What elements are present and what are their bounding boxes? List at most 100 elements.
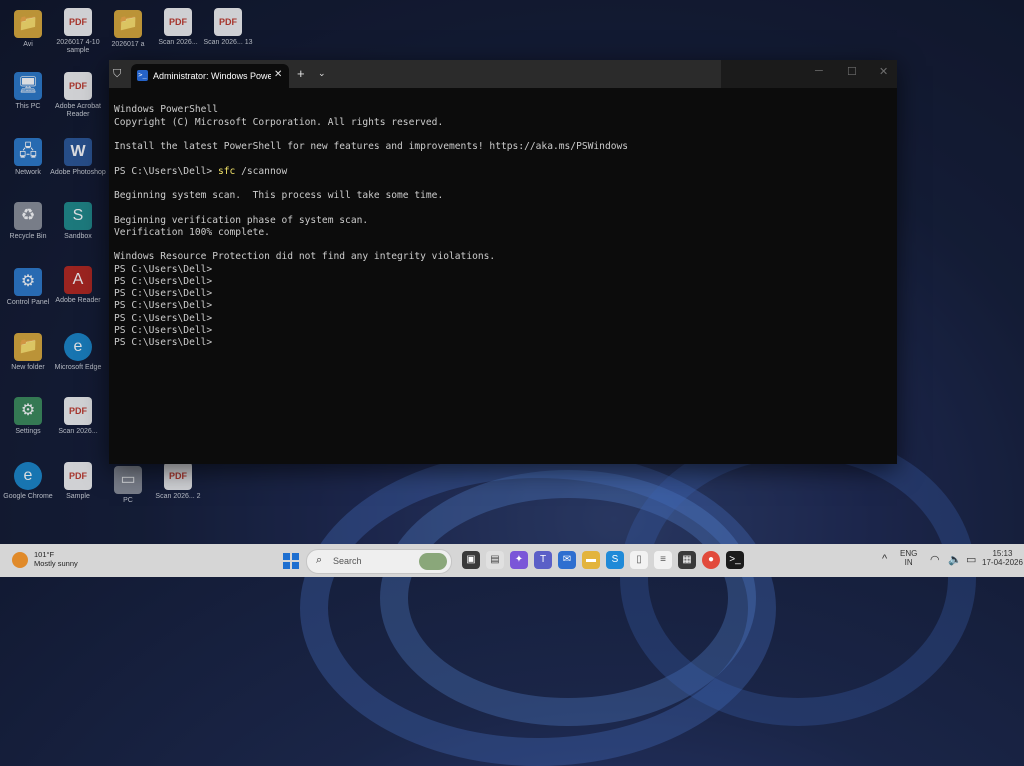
desktop-icon-this-pc[interactable]: 🖥 This PC — [0, 72, 56, 111]
desktop-icon-new-folder[interactable]: 📁 New folder — [0, 333, 56, 372]
desktop-icon-network[interactable]: 🖧 Network — [0, 138, 56, 177]
maximize-button[interactable]: ☐ — [847, 65, 857, 78]
skype-icon[interactable]: S — [606, 551, 624, 569]
terminal-window[interactable]: ⛉ >_ Administrator: Windows PowerShell ✕… — [109, 60, 897, 464]
prompt-line: PS C:\Users\Dell> — [114, 288, 213, 299]
copilot-icon[interactable]: ✦ — [510, 551, 528, 569]
desktop-icon-pdf[interactable]: PDF Scan 2026... — [50, 397, 106, 436]
powershell-icon: >_ — [137, 70, 148, 81]
volume-icon[interactable]: 🔈 — [948, 553, 962, 566]
desktop-icon-pdf[interactable]: PDF Scan 2026... 13 — [200, 8, 256, 47]
recycle-bin-icon: ♻ — [14, 202, 42, 230]
calculator-icon[interactable]: ▦ — [678, 551, 696, 569]
language-code: ENG — [900, 549, 918, 558]
desktop-icon-word[interactable]: W Adobe Photoshop — [50, 138, 106, 177]
word-icon: W — [64, 138, 92, 166]
desktop-icon-settings[interactable]: ⚙ Settings — [0, 397, 56, 436]
clock[interactable]: 15:13 17-04-2026 — [982, 549, 1023, 567]
desktop-icon-label: Adobe Photoshop — [50, 169, 106, 176]
desktop-icon-control-panel[interactable]: ⚙ Control Panel — [0, 268, 56, 307]
prompt-line: PS C:\Users\Dell> — [114, 324, 213, 336]
close-tab-icon[interactable]: ✕ — [274, 69, 282, 80]
edge-icon: e — [64, 333, 92, 361]
desktop-icon-label: Sample — [66, 493, 90, 500]
title-bar[interactable]: ⛉ >_ Administrator: Windows PowerShell ✕… — [109, 60, 897, 88]
desktop-icon-adobe[interactable]: A Adobe Reader — [50, 266, 106, 305]
search-icon: ⌕ — [316, 554, 323, 566]
battery-icon[interactable]: ▭ — [966, 553, 976, 566]
desktop-icon-pdf[interactable]: PDF 2026017 4-10 sample — [50, 8, 106, 55]
command-line: PS C:\Users\Dell> sfc /scannow — [114, 166, 714, 178]
pc-icon: ▭ — [114, 466, 142, 494]
start-button[interactable] — [283, 553, 299, 569]
time-text: 15:13 — [992, 549, 1013, 558]
console-line: ​ — [114, 153, 714, 165]
desktop-icon-recycle-bin[interactable]: ♻ Recycle Bin — [0, 202, 56, 241]
file-explorer-icon[interactable]: ▬ — [582, 551, 600, 569]
desktop-icon-sandbox[interactable]: S Sandbox — [50, 202, 106, 241]
desktop-icon-label: PC — [123, 497, 133, 504]
close-window-button[interactable]: ✕ — [879, 65, 888, 78]
chrome-icon[interactable]: ● — [702, 551, 720, 569]
weather-temp: 101°F — [34, 550, 55, 559]
tab-powershell[interactable]: >_ Administrator: Windows PowerShell ✕ — [131, 64, 289, 88]
desktop-icon-pc[interactable]: ▭ PC — [100, 466, 156, 505]
desktop-icon-label: Scan 2026... 2 — [155, 493, 201, 500]
desktop-icon-label: Scan 2026... — [58, 428, 98, 435]
desktop-icon-label: New folder — [11, 364, 45, 371]
console-line: ​ — [114, 202, 714, 214]
mail-icon[interactable]: ✉ — [558, 551, 576, 569]
notepad-icon[interactable]: ≡ — [654, 551, 672, 569]
terminal-icon[interactable]: >_ — [726, 551, 744, 569]
chevron-down-icon[interactable]: ⌄ — [318, 68, 326, 79]
desktop-icon-label: Network — [15, 169, 41, 176]
pdf-icon: PDF — [64, 397, 92, 425]
console-output[interactable]: Windows PowerShell Copyright (C) Microsof… — [114, 92, 714, 374]
desktop-icon-folder[interactable]: 📁 Avi — [0, 10, 56, 49]
tab-title: Administrator: Windows PowerShell — [153, 71, 271, 81]
console-line: Verification 100% complete. — [114, 226, 270, 238]
desktop-icon-label: Adobe Acrobat Reader — [55, 103, 101, 118]
desktop-icon-label: Scan 2026... 13 — [203, 39, 253, 46]
desktop-icon-pdf[interactable]: PDF Scan 2026... 2 — [150, 462, 206, 501]
pdf-icon: PDF — [164, 8, 192, 36]
date-text: 17-04-2026 — [982, 558, 1023, 567]
desktop-icon-label: 2026017 4-10 sample — [56, 39, 100, 54]
command-argument: /scannow — [235, 165, 288, 177]
desktop-icon-folder[interactable]: 📁 2026017 a — [100, 10, 156, 49]
teams-icon[interactable]: T — [534, 551, 552, 569]
desktop-icon-label: Recycle Bin — [9, 233, 47, 240]
console-line: ​ — [114, 239, 714, 251]
widgets-icon[interactable]: ▤ — [486, 551, 504, 569]
search-box[interactable]: ⌕ Search — [306, 549, 452, 574]
weather-desc: Mostly sunny — [34, 559, 78, 568]
control-panel-icon: ⚙ — [14, 268, 42, 296]
console-line: ​ — [114, 178, 714, 190]
windows-logo-icon — [283, 553, 290, 560]
desktop-icon-edge[interactable]: e Microsoft Edge — [50, 333, 106, 372]
wifi-icon[interactable]: ◠ — [930, 553, 940, 566]
search-placeholder: Search — [333, 556, 362, 566]
desktop-icon-pdf[interactable]: PDF Sample — [50, 462, 106, 501]
wallpaper-swirl — [620, 430, 976, 726]
prompt-line: PS C:\Users\Dell> — [114, 337, 213, 348]
search-highlight-icon — [419, 553, 447, 570]
folder-icon: 📁 — [114, 10, 142, 38]
desktop-icon-label: Control Panel — [6, 299, 50, 306]
sun-icon — [12, 552, 28, 568]
desktop-icon-pdf[interactable]: PDF Scan 2026... — [150, 8, 206, 47]
pdf-icon: PDF — [214, 8, 242, 36]
new-tab-button[interactable]: + — [297, 66, 305, 81]
chevron-up-icon[interactable]: ^ — [882, 553, 887, 565]
network-icon: 🖧 — [14, 138, 42, 166]
browser-icon: e — [14, 462, 42, 490]
desktop-icon-browser[interactable]: e Google Chrome — [0, 462, 56, 501]
language-indicator[interactable]: ENG IN — [900, 549, 917, 567]
prompt: PS C:\Users\Dell> — [114, 165, 218, 177]
document-icon[interactable]: ▯ — [630, 551, 648, 569]
task-view-icon[interactable]: ▣ — [462, 551, 480, 569]
desktop-icon-pdf[interactable]: PDF Adobe Acrobat Reader — [50, 72, 106, 119]
minimize-button[interactable]: ─ — [815, 65, 823, 77]
desktop-icon-label: Sandbox — [64, 233, 92, 240]
desktop-icon-label: Settings — [15, 428, 41, 435]
